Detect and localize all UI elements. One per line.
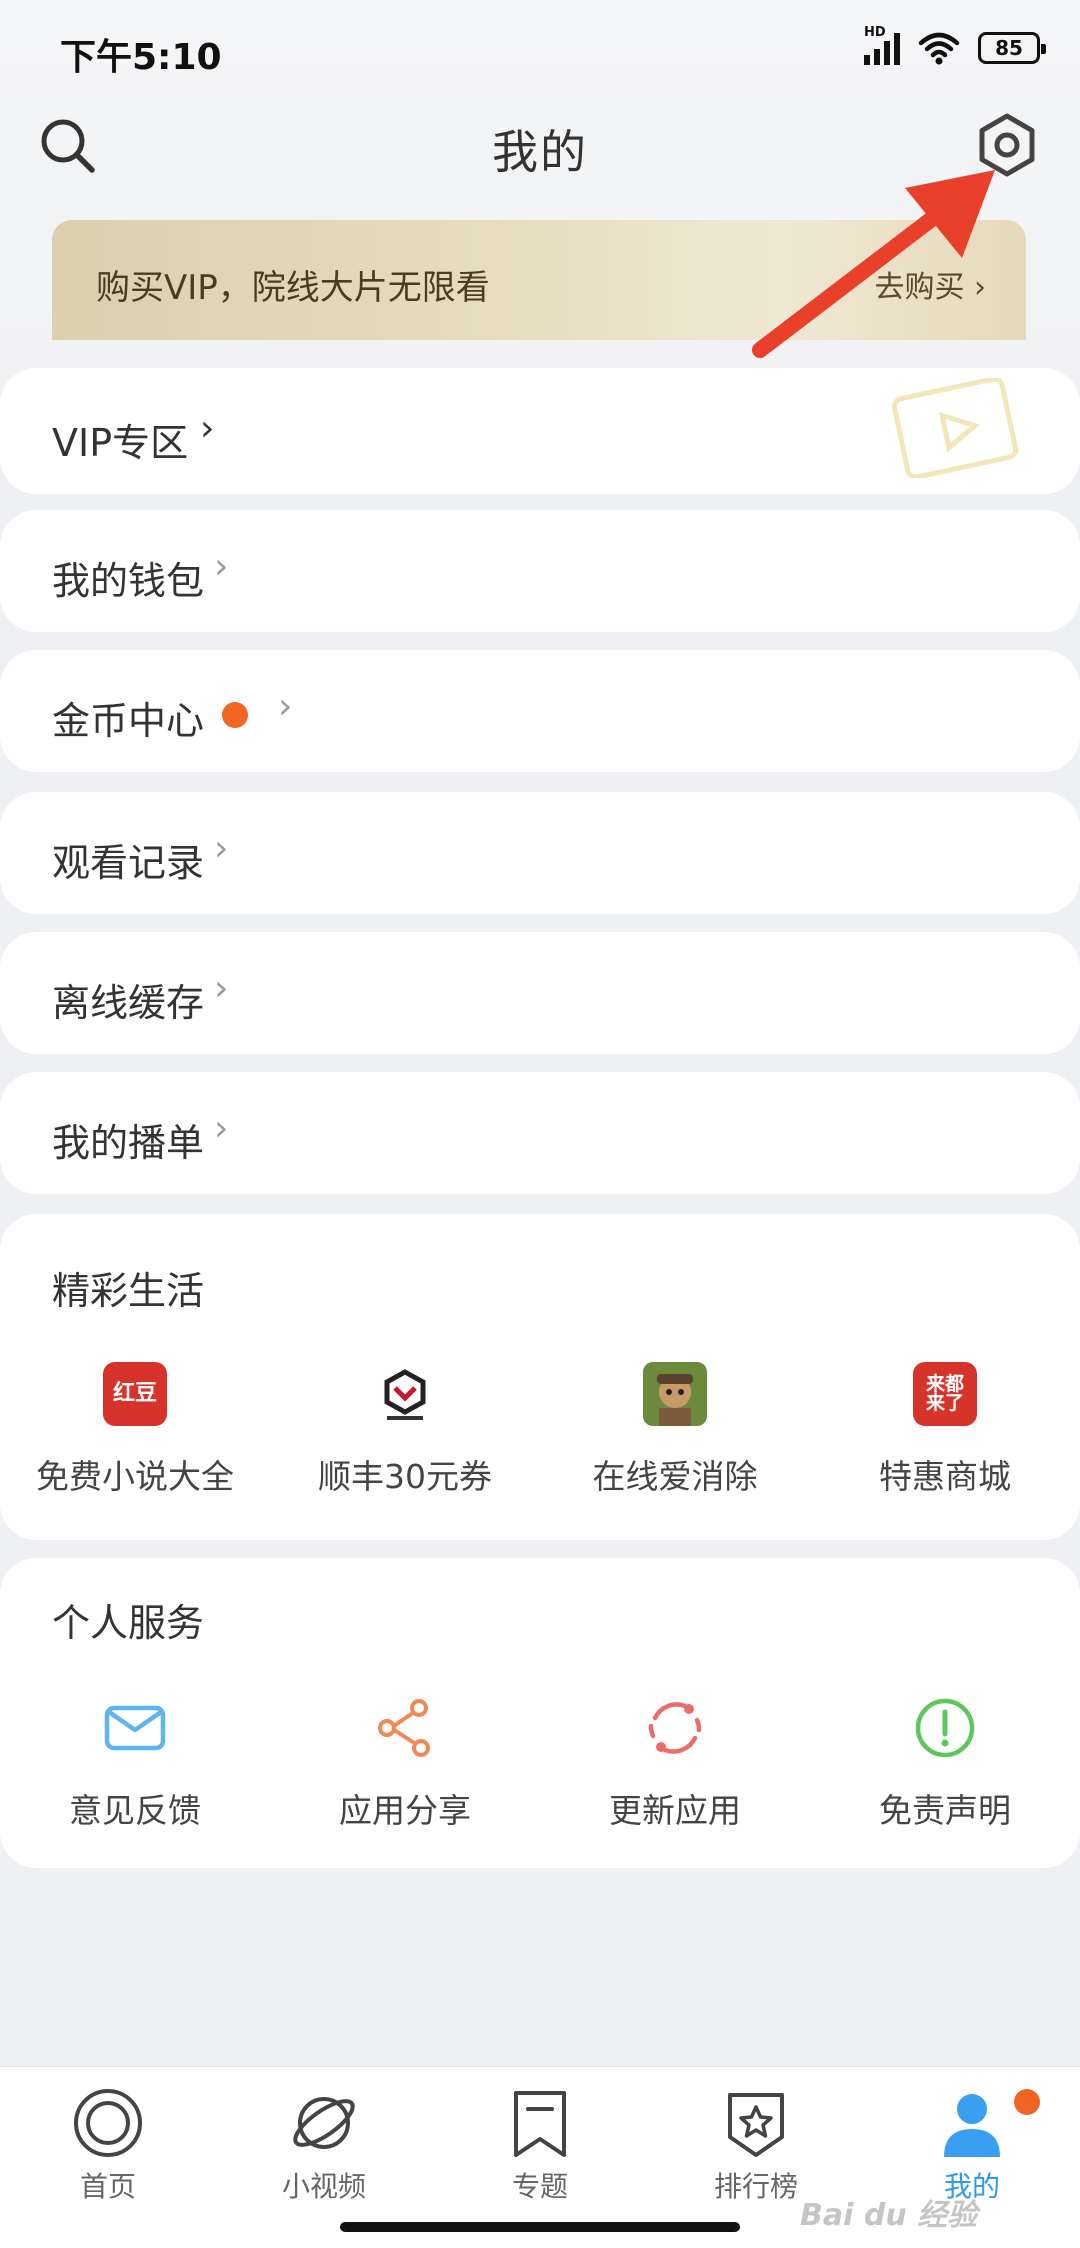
tab-mine[interactable]: 我的 (864, 2085, 1080, 2205)
menu-item-label: 离线缓存 (52, 981, 205, 1025)
mall-app-icon: 来都来了 (913, 1362, 977, 1426)
tab-short-video[interactable]: 小视频 (216, 2085, 432, 2205)
menu-item-label: 我的钱包 (52, 559, 205, 603)
grid-item-label: 在线爱消除 (592, 1457, 758, 1496)
tab-label: 小视频 (281, 2170, 366, 2203)
film-play-icon (891, 378, 1019, 478)
star-badge-icon (728, 2093, 784, 2157)
menu-item-coin-center[interactable]: 金币中心 › (0, 650, 1080, 772)
service-item-update[interactable]: 更新应用 (540, 1694, 810, 1832)
menu-item-offline-cache[interactable]: 离线缓存 › (0, 932, 1080, 1054)
status-icons: HD 85 (864, 25, 1046, 70)
chevron-right-icon: › (278, 686, 293, 727)
menu-item-label: 观看记录 (52, 841, 205, 885)
tab-topics[interactable]: 专题 (432, 2085, 648, 2205)
share-icon (378, 1699, 430, 1757)
tab-label: 首页 (79, 2170, 136, 2203)
annotation-arrow-icon (752, 170, 995, 358)
service-item-disclaimer[interactable]: 免责声明 (810, 1694, 1080, 1832)
service-grid: 意见反馈 应用分享 更新应用 免责声明 (0, 1694, 1080, 1832)
shunfeng-app-icon (373, 1362, 437, 1426)
refresh-icon (648, 1702, 702, 1754)
notification-dot (1014, 2089, 1040, 2115)
exclamation-icon (915, 1698, 975, 1758)
bookmark-icon (514, 2091, 566, 2157)
chevron-right-icon: › (214, 828, 229, 869)
status-bar: 下午5:10 HD 85 (0, 0, 1080, 95)
life-item-novel[interactable]: 红豆 免费小说大全 (0, 1360, 270, 1498)
grid-item-label: 应用分享 (339, 1791, 471, 1830)
menu-item-label: 金币中心 (52, 699, 205, 743)
signal-icon: HD (864, 25, 900, 65)
mail-icon (104, 1705, 166, 1751)
chevron-right-icon: › (214, 1108, 229, 1149)
wifi-icon (918, 32, 960, 65)
status-time: 下午5:10 (60, 37, 222, 78)
life-section: 精彩生活 红豆 免费小说大全 顺丰30元券 在线爱消除 来都来了 特惠商城 (0, 1214, 1080, 1540)
grid-item-label: 更新应用 (609, 1791, 741, 1830)
grid-item-label: 免费小说大全 (36, 1457, 234, 1496)
watermark: Bai du 经验 (800, 2198, 978, 2233)
life-grid: 红豆 免费小说大全 顺丰30元券 在线爱消除 来都来了 特惠商城 (0, 1360, 1080, 1498)
service-section: 个人服务 意见反馈 应用分享 更新应用 免责声明 (0, 1558, 1080, 1868)
service-item-share[interactable]: 应用分享 (270, 1694, 540, 1832)
grid-item-label: 特惠商城 (879, 1457, 1011, 1496)
tab-ranking[interactable]: 排行榜 (648, 2085, 864, 2205)
network-type: HD (864, 25, 886, 40)
planet-icon (293, 2097, 355, 2149)
chevron-right-icon: › (214, 968, 229, 1009)
grid-item-label: 免责声明 (879, 1791, 1011, 1830)
service-item-feedback[interactable]: 意见反馈 (0, 1694, 270, 1832)
battery-icon: 85 (978, 32, 1046, 64)
vip-banner-text: 购买VIP，院线大片无限看 (96, 268, 490, 308)
menu-item-vip-zone[interactable]: VIP专区 › (0, 368, 1080, 494)
home-indicator (340, 2222, 740, 2232)
menu-item-watch-history[interactable]: 观看记录 › (0, 792, 1080, 914)
game-app-icon (643, 1362, 707, 1426)
home-ring-icon (74, 2089, 142, 2157)
tab-label: 专题 (511, 2170, 568, 2203)
menu-item-label: VIP专区 (52, 421, 189, 465)
life-item-mall[interactable]: 来都来了 特惠商城 (810, 1360, 1080, 1498)
hongdou-app-icon: 红豆 (103, 1362, 167, 1426)
chevron-right-icon: › (214, 546, 229, 587)
section-title: 个人服务 (52, 1601, 205, 1645)
tab-home[interactable]: 首页 (0, 2085, 216, 2205)
menu-item-wallet[interactable]: 我的钱包 › (0, 510, 1080, 632)
chevron-right-icon: › (200, 408, 215, 449)
menu-item-label: 我的播单 (52, 1121, 205, 1165)
tab-label: 排行榜 (713, 2170, 798, 2203)
life-item-shunfeng[interactable]: 顺丰30元券 (270, 1360, 540, 1498)
grid-item-label: 意见反馈 (69, 1791, 201, 1830)
notification-dot (222, 702, 248, 728)
grid-item-label: 顺丰30元券 (318, 1457, 492, 1496)
menu-item-my-playlist[interactable]: 我的播单 › (0, 1072, 1080, 1194)
life-item-game[interactable]: 在线爱消除 (540, 1360, 810, 1498)
user-icon (944, 2094, 1000, 2157)
section-title: 精彩生活 (52, 1269, 205, 1313)
